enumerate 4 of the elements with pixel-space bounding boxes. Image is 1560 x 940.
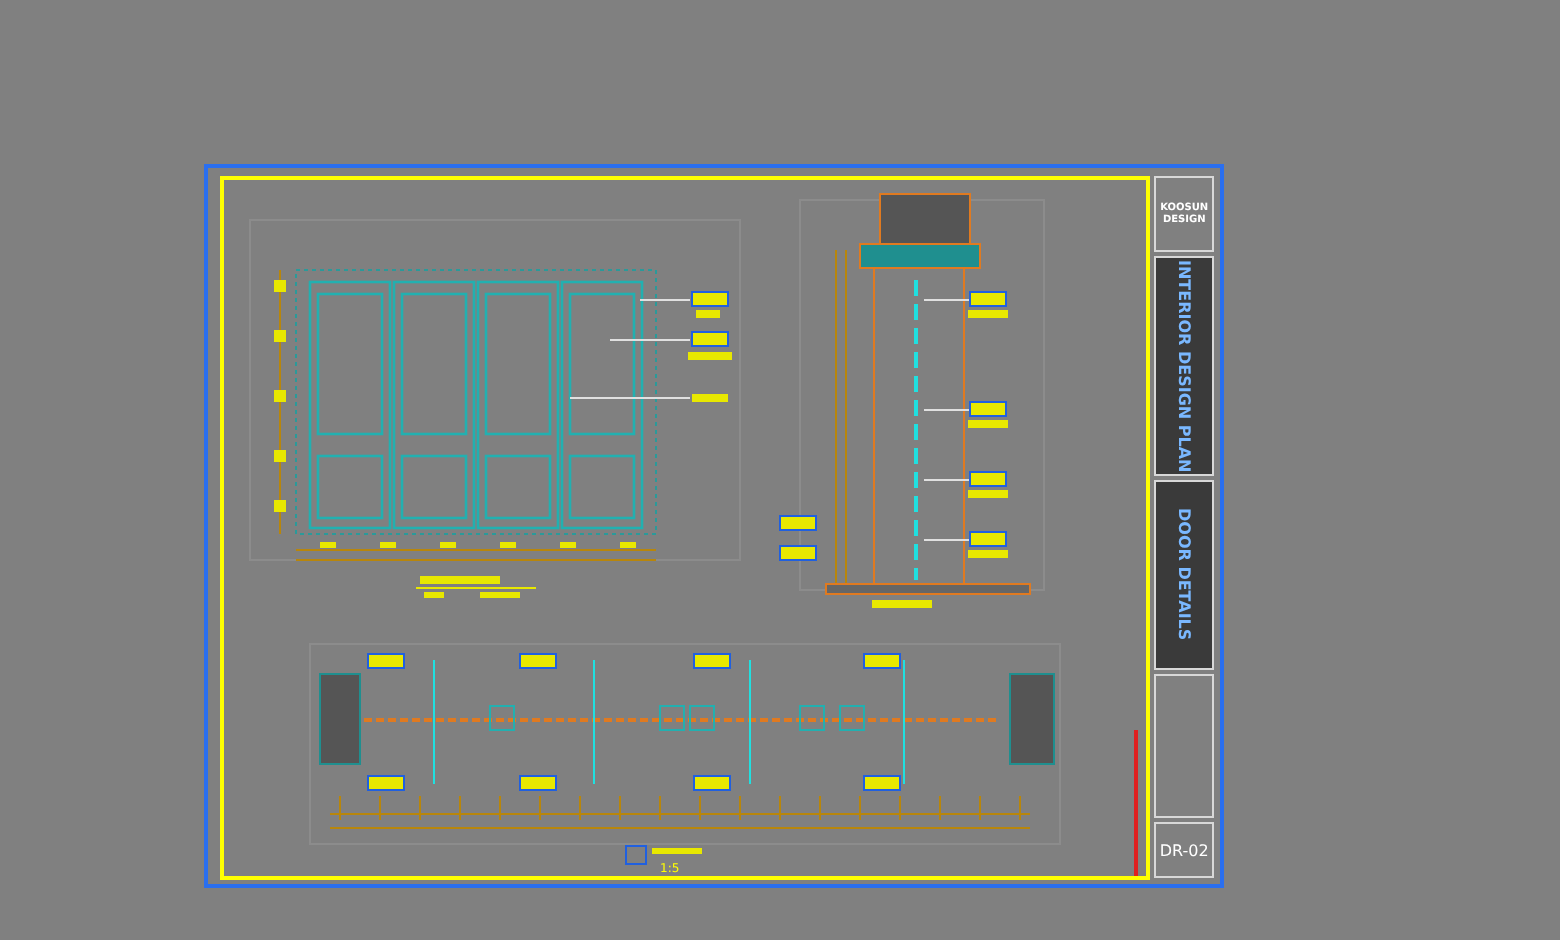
notes-panel	[1154, 674, 1214, 818]
drawing-title: DOOR DETAILS	[1175, 508, 1194, 642]
sheet-number: DR-02	[1159, 841, 1209, 859]
project-title: INTERIOR DESIGN PLAN	[1175, 259, 1194, 473]
